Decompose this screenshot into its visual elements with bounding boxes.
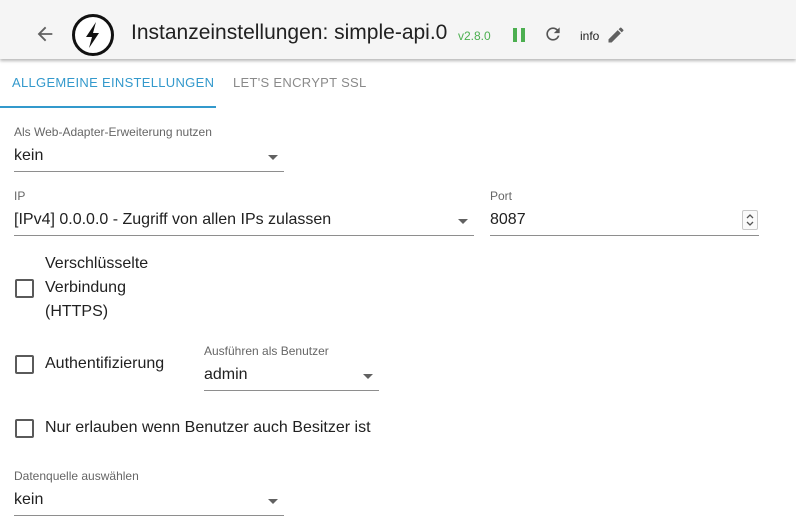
ip-label: IP	[14, 189, 26, 203]
https-label-line: Verbindung	[45, 279, 126, 296]
https-label-line: Verschlüsselte	[45, 255, 149, 272]
version-badge: v2.8.0	[458, 29, 491, 43]
authentication-label: Authentifizierung	[45, 355, 165, 372]
datasource-select[interactable]: kein	[14, 489, 284, 516]
port-input[interactable]: 8087	[490, 209, 759, 236]
only-owner-label: Nur erlauben wenn Benutzer auch Besitzer…	[45, 419, 371, 436]
https-label-line: (HTTPS)	[45, 303, 109, 320]
stepper-arrows-icon	[746, 214, 754, 226]
authentication-checkbox[interactable]	[15, 355, 34, 374]
only-owner-checkbox[interactable]	[15, 419, 34, 438]
chevron-down-icon	[363, 374, 373, 379]
tab-label: LET'S ENCRYPT SSL	[233, 75, 367, 90]
port-value: 8087	[490, 211, 526, 228]
chevron-down-icon	[458, 219, 468, 224]
ip-value: [IPv4] 0.0.0.0 - Zugriff von allen IPs z…	[14, 211, 332, 228]
reload-icon[interactable]	[543, 24, 563, 44]
datasource-value: kein	[14, 491, 44, 508]
run-as-label: Ausführen als Benutzer	[204, 344, 329, 358]
https-label: Verschlüsselte Verbindung (HTTPS)	[45, 252, 148, 324]
web-adapter-select[interactable]: kein	[14, 145, 284, 172]
page-title: Instanzeinstellungen: simple-api.0	[131, 21, 448, 44]
edit-icon[interactable]	[606, 25, 626, 45]
port-stepper[interactable]	[742, 210, 758, 230]
tab-label: ALLGEMEINE EINSTELLUNGEN	[12, 75, 215, 90]
app-header: Instanzeinstellungen: simple-api.0 v2.8.…	[0, 0, 796, 59]
web-adapter-value: kein	[14, 147, 44, 164]
datasource-label: Datenquelle auswählen	[14, 469, 139, 483]
pause-icon[interactable]	[510, 26, 528, 44]
ip-select[interactable]: [IPv4] 0.0.0.0 - Zugriff von allen IPs z…	[14, 209, 474, 236]
https-checkbox[interactable]	[15, 279, 34, 298]
tab-general-settings[interactable]: ALLGEMEINE EINSTELLUNGEN	[0, 62, 216, 108]
chevron-down-icon	[268, 499, 278, 504]
loglevel-label: info	[580, 29, 600, 43]
arrow-back-icon[interactable]	[34, 23, 56, 45]
port-label: Port	[490, 189, 513, 203]
tab-lets-encrypt-ssl[interactable]: LET'S ENCRYPT SSL	[216, 62, 376, 106]
web-adapter-label: Als Web-Adapter-Erweiterung nutzen	[14, 125, 212, 139]
chevron-down-icon	[268, 155, 278, 160]
run-as-select[interactable]: admin	[204, 364, 379, 391]
adapter-logo-icon	[72, 14, 114, 56]
run-as-value: admin	[204, 366, 248, 383]
